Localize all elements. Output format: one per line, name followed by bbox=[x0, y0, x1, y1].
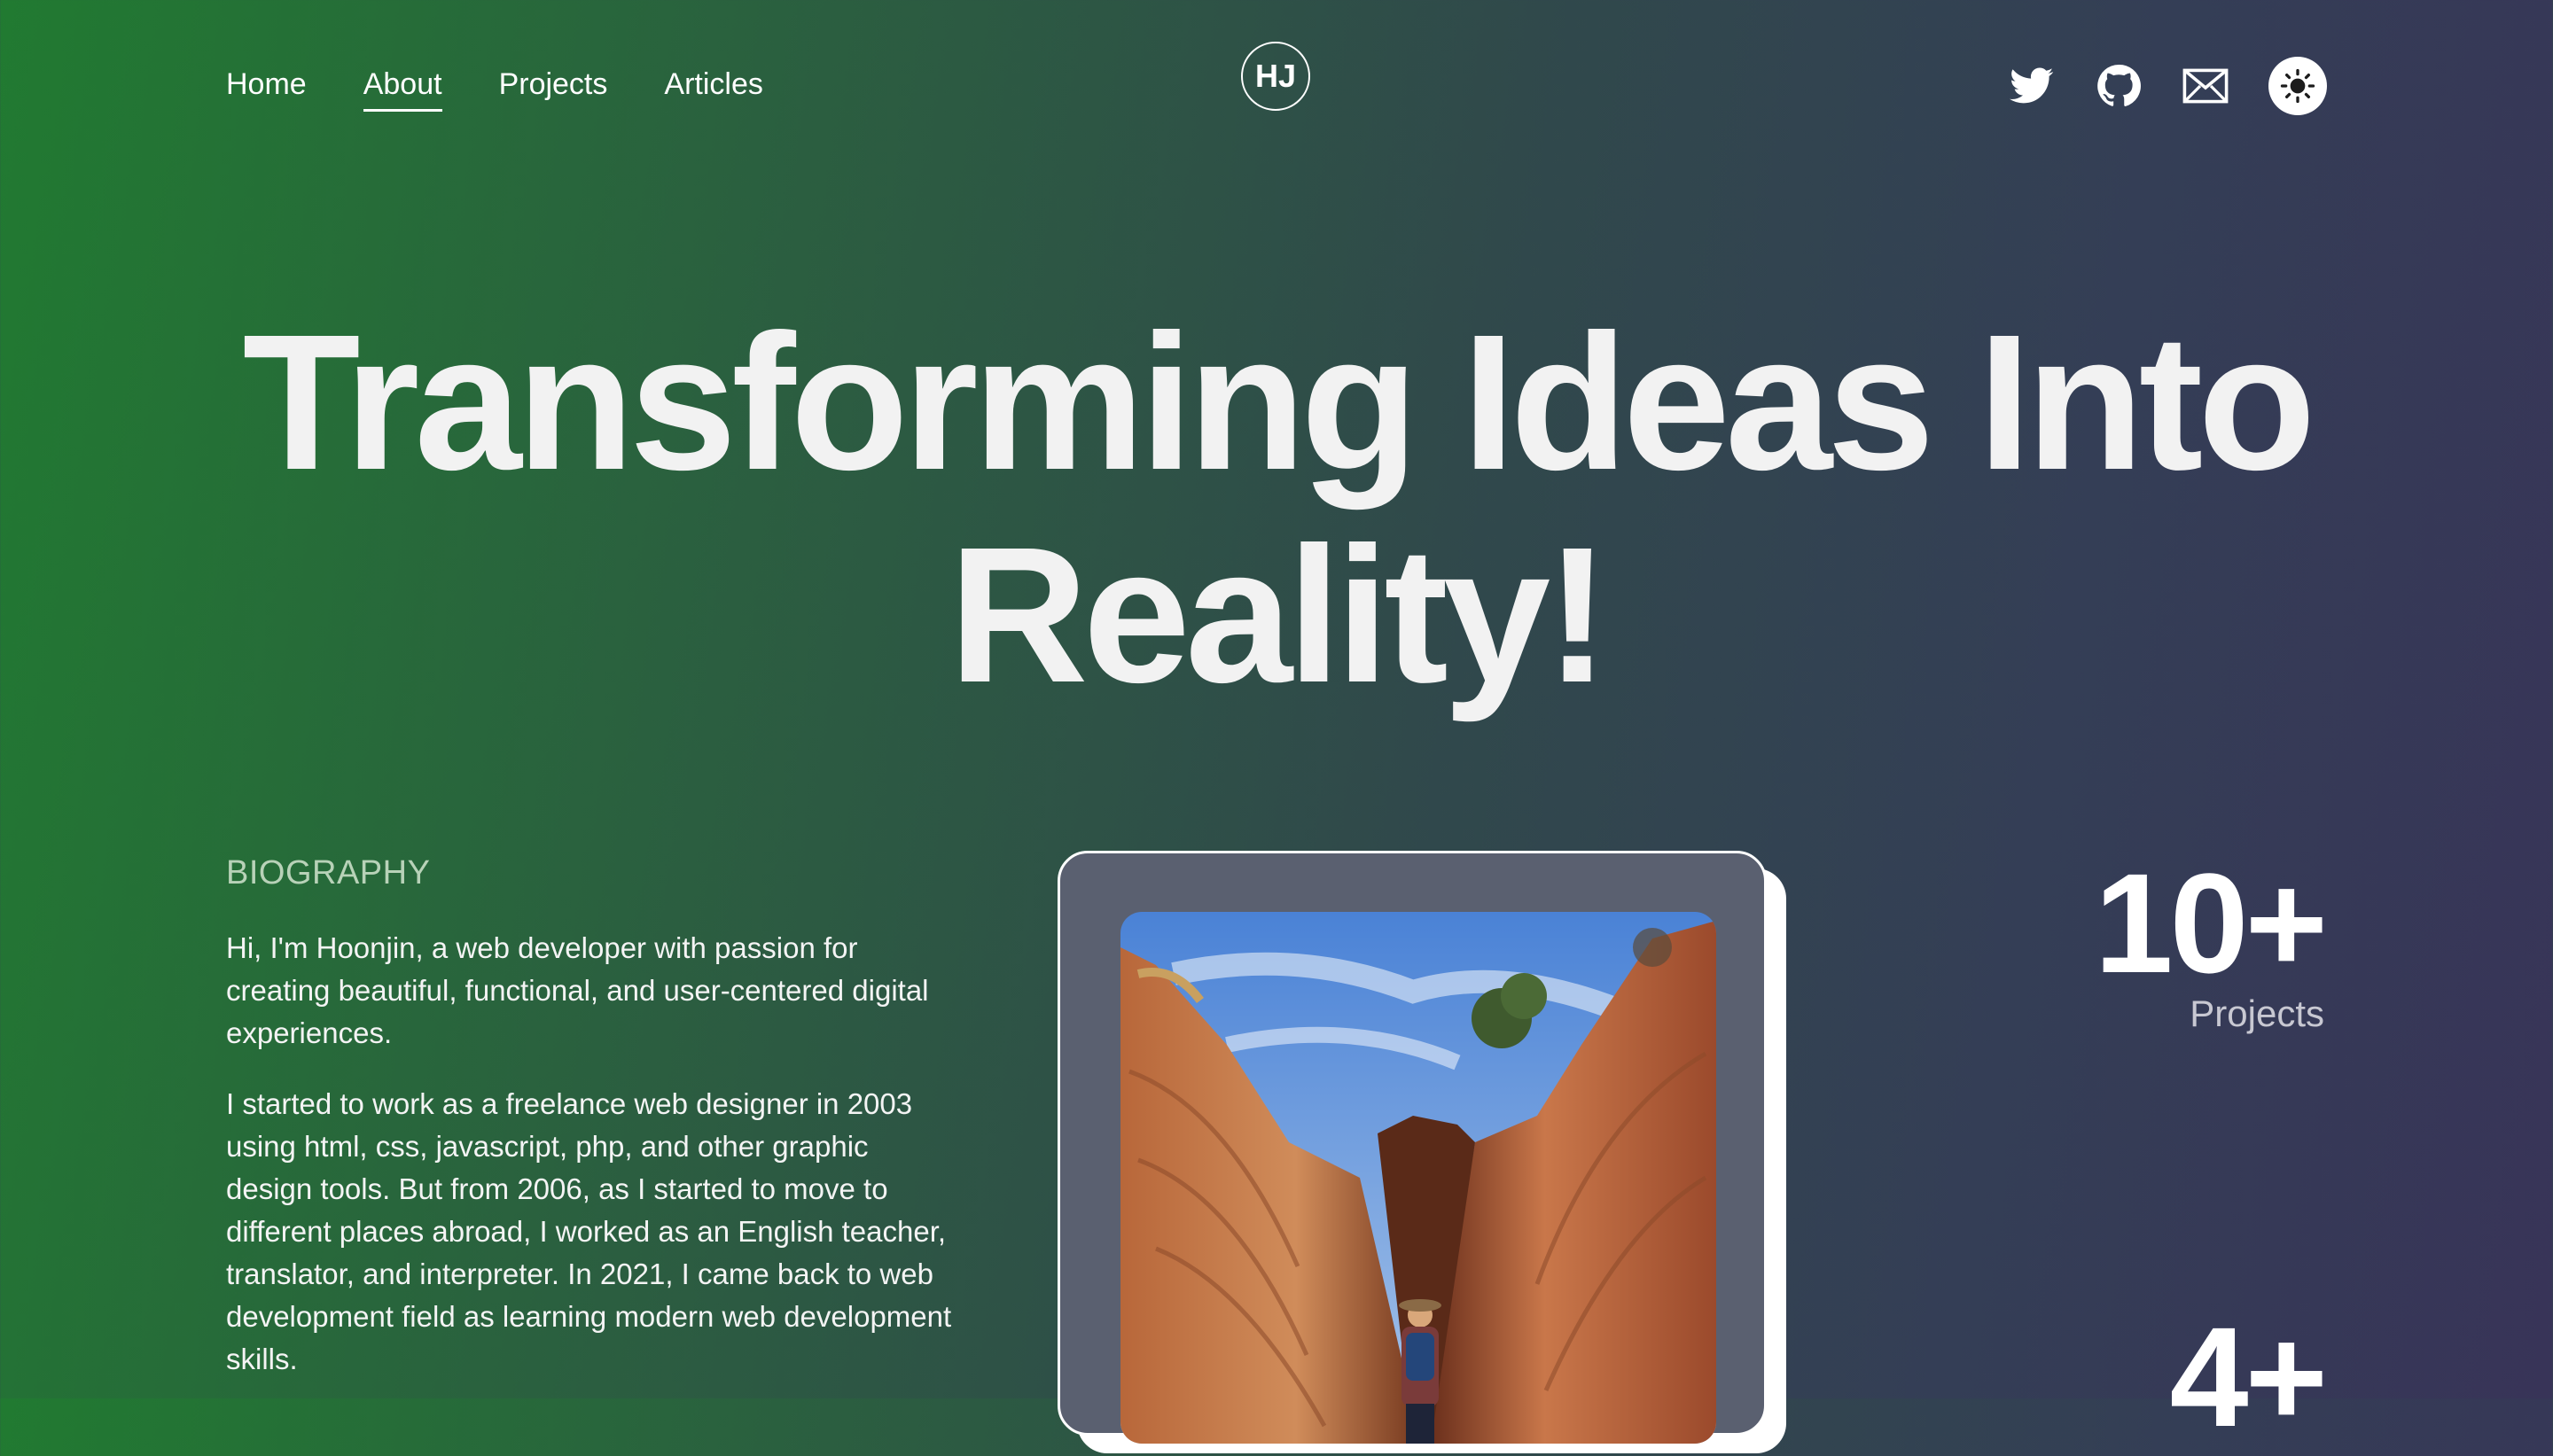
github-icon[interactable] bbox=[2095, 62, 2143, 110]
biography-text: Hi, I'm Hoonjin, a web developer with pa… bbox=[226, 927, 962, 1409]
theme-toggle-button[interactable] bbox=[2268, 57, 2327, 115]
hero-line-2: Reality! bbox=[949, 508, 1609, 723]
sun-icon bbox=[2280, 68, 2315, 104]
twitter-icon[interactable] bbox=[2008, 62, 2056, 110]
stat-projects: 10+ Projects bbox=[2094, 844, 2328, 1035]
stat-number: 4+ bbox=[2169, 1297, 2328, 1456]
site-logo[interactable]: HJ bbox=[1241, 42, 1310, 111]
nav-articles-link[interactable]: Articles bbox=[664, 64, 762, 105]
hero-line-1: Transforming Ideas Into bbox=[242, 295, 2315, 510]
social-links bbox=[2008, 57, 2327, 115]
bio-paragraph: I started to work as a freelance web des… bbox=[226, 1087, 952, 1375]
bio-paragraph: Hi, I'm Hoonjin, a web developer with pa… bbox=[226, 931, 929, 1049]
hero-heading: Transforming Ideas Into Reality! bbox=[0, 297, 2553, 722]
stat-second: 4+ bbox=[2169, 1297, 2328, 1456]
stat-number: 10+ bbox=[2094, 844, 2328, 1002]
nav-home-link[interactable]: Home bbox=[226, 64, 307, 105]
main-nav: Home About Projects Articles bbox=[226, 64, 763, 112]
mail-icon[interactable] bbox=[2182, 62, 2229, 110]
nav-about-link[interactable]: About bbox=[363, 64, 442, 112]
profile-photo-card bbox=[1058, 851, 1767, 1444]
nav-projects-link[interactable]: Projects bbox=[499, 64, 608, 105]
biography-title: BIOGRAPHY bbox=[226, 854, 431, 892]
profile-photo bbox=[1120, 912, 1716, 1444]
